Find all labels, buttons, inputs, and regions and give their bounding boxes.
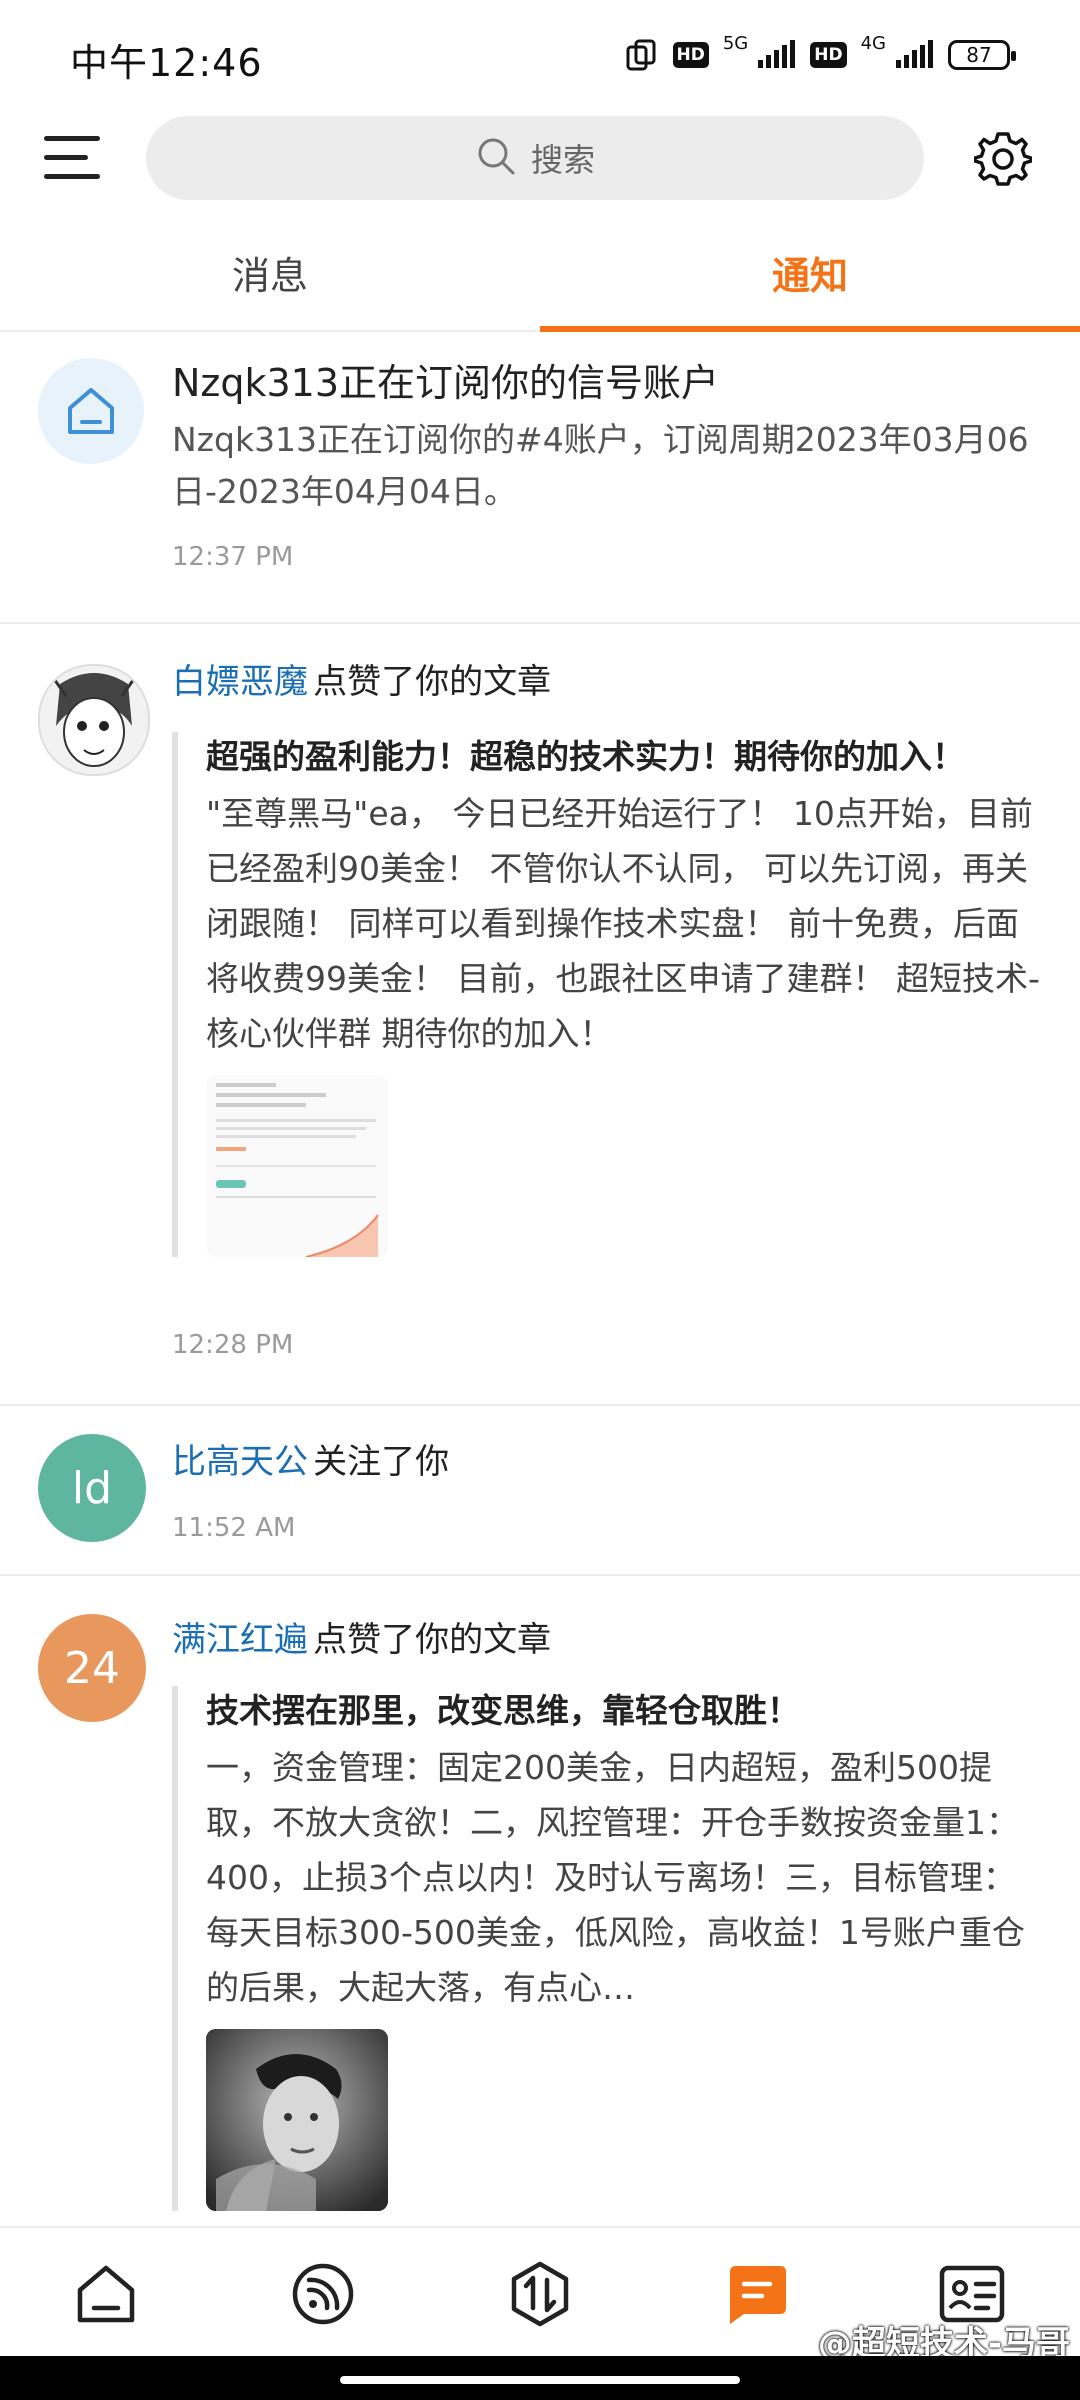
status-icons: HD 5G HD 4G 87: [625, 33, 1016, 72]
search-placeholder: 搜索: [530, 141, 595, 179]
article-title: 超强的盈利能力！超稳的技术实力！期待你的加入！: [206, 737, 965, 776]
feed-icon: [292, 2263, 354, 2325]
article-thumbnail[interactable]: [206, 2029, 388, 2211]
bottom-navigation: @超短技术-马哥: [0, 2226, 1080, 2364]
notification-list: Nzqk313正在订阅你的信号账户 Nzqk313正在订阅你的#4账户，订阅周期…: [0, 332, 1080, 2211]
avatar[interactable]: ld: [38, 1434, 146, 1542]
notification-time: 11:52 AM: [172, 1513, 296, 1543]
network-label: 5G: [722, 32, 749, 54]
nav-home[interactable]: [72, 2260, 140, 2328]
notification-item[interactable]: Nzqk313正在订阅你的信号账户 Nzqk313正在订阅你的#4账户，订阅周期…: [0, 332, 1080, 624]
gesture-bar: [0, 2356, 1080, 2400]
gear-icon: [973, 132, 1033, 186]
status-bar: 中午12:46 HD 5G HD 4G 87: [0, 0, 1080, 110]
screen-mirror-icon: [625, 38, 659, 72]
notification-item[interactable]: ld 比高天公 关注了你 11:52 AM: [0, 1406, 1080, 1576]
tab-messages[interactable]: 消息: [0, 240, 540, 328]
actor-name[interactable]: 满江红遍: [172, 1620, 308, 1660]
nav-feed[interactable]: [289, 2260, 357, 2328]
home-indicator[interactable]: [340, 2376, 740, 2384]
article-body: "至尊黑马"ea， 今日已经开始运行了！ 10点开始，目前已经盈利90美金！ 不…: [206, 794, 1040, 1053]
article-preview[interactable]: 超强的盈利能力！超稳的技术实力！期待你的加入！ "至尊黑马"ea， 今日已经开始…: [172, 732, 1040, 1257]
notification-time: 12:28 PM: [172, 1330, 294, 1360]
action-text: 点赞了你的文章: [313, 662, 552, 702]
tab-bar: 消息 通知: [0, 240, 1080, 332]
article-body: 一，资金管理：固定200美金，日内超短，盈利500提取，不放大贪欲！二，风控管理…: [206, 1748, 1025, 2007]
notification-title: Nzqk313正在订阅你的信号账户: [172, 361, 720, 405]
notification-item[interactable]: 白嫖恶魔 点赞了你的文章 超强的盈利能力！超稳的技术实力！期待你的加入！ "至尊…: [0, 624, 1080, 1406]
article-title: 技术摆在那里，改变思维，靠轻仓取胜！: [206, 1691, 800, 1730]
exchange-icon: [511, 2261, 569, 2327]
nav-messages[interactable]: [722, 2260, 790, 2328]
article-thumbnail[interactable]: [206, 1075, 388, 1257]
menu-line: [44, 174, 100, 179]
house-icon: [68, 388, 114, 434]
search-input[interactable]: 搜索: [146, 116, 924, 200]
avatar[interactable]: [38, 664, 150, 776]
notification-time: 12:37 PM: [172, 542, 294, 572]
home-icon: [77, 2265, 135, 2323]
hd-badge: HD: [810, 42, 847, 68]
status-time: 中午12:46: [70, 41, 263, 85]
message-icon: [730, 2266, 786, 2324]
article-preview[interactable]: 技术摆在那里，改变思维，靠轻仓取胜！ 一，资金管理：固定200美金，日内超短，盈…: [172, 1686, 1040, 2211]
battery-icon: 87: [948, 40, 1016, 70]
actor-name[interactable]: 白嫖恶魔: [172, 662, 308, 702]
screenshot-thumbnail-image: [206, 1075, 388, 1257]
menu-button[interactable]: [44, 130, 100, 186]
avatar[interactable]: 24: [38, 1614, 146, 1722]
anime-avatar-image: [40, 666, 148, 774]
settings-button[interactable]: [973, 130, 1033, 188]
notification-text: Nzqk313正在订阅你的#4账户，订阅周期2023年03月06日-2023年0…: [172, 420, 1029, 511]
signal-icon: [894, 40, 934, 70]
action-text: 关注了你: [313, 1442, 450, 1482]
menu-line: [44, 136, 100, 141]
top-header: 搜索: [0, 110, 1080, 210]
menu-line: [44, 155, 88, 160]
action-text: 点赞了你的文章: [313, 1620, 552, 1660]
portrait-photo-image: [206, 2029, 388, 2211]
hd-badge: HD: [672, 42, 709, 68]
actor-name[interactable]: 比高天公: [172, 1442, 308, 1482]
network-label: 4G: [860, 32, 886, 54]
tab-notifications[interactable]: 通知: [540, 240, 1080, 328]
search-icon: [475, 135, 517, 181]
signal-icon: [756, 40, 796, 70]
notification-item[interactable]: 24 满江红遍 点赞了你的文章 技术摆在那里，改变思维，靠轻仓取胜！ 一，资金管…: [0, 1576, 1080, 2211]
nav-trade[interactable]: [506, 2260, 574, 2328]
system-avatar: [38, 358, 144, 464]
